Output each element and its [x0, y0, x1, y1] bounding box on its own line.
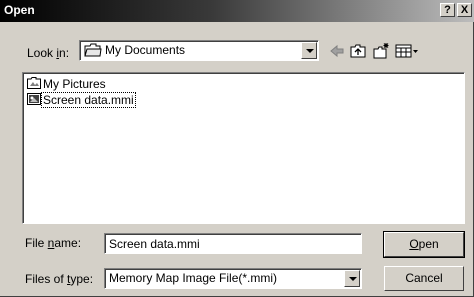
folder-icon — [84, 43, 102, 57]
file-list[interactable]: My Pictures Screen data.mmi — [22, 72, 465, 224]
view-menu-icon[interactable] — [394, 42, 422, 60]
file-type-dropdown[interactable]: Memory Map Image File(*.mmi) — [104, 268, 362, 289]
up-folder-icon[interactable] — [349, 42, 367, 60]
folder-icon — [27, 77, 41, 89]
new-folder-icon[interactable] — [372, 42, 390, 60]
look-in-value: My Documents — [105, 43, 186, 57]
file-type-label: Files of type: — [25, 272, 94, 286]
back-arrow-icon[interactable] — [328, 42, 346, 60]
open-dialog: Open ? X Look in: My Documents My Pictur… — [0, 0, 474, 297]
file-name-input[interactable] — [104, 233, 362, 254]
image-file-icon — [27, 93, 41, 105]
chevron-down-icon — [349, 277, 357, 281]
window-title: Open — [4, 3, 35, 17]
file-type-value: Memory Map Image File(*.mmi) — [109, 271, 278, 285]
title-bar[interactable]: Open ? X — [0, 0, 474, 22]
open-button[interactable]: Open — [383, 231, 465, 258]
file-type-dropdown-button[interactable] — [344, 270, 360, 287]
look-in-dropdown[interactable]: My Documents — [79, 40, 319, 61]
help-button[interactable]: ? — [440, 3, 455, 17]
chevron-down-icon — [306, 49, 314, 53]
file-name-label: File name: — [25, 236, 82, 250]
close-button[interactable]: X — [457, 3, 472, 17]
look-in-dropdown-button[interactable] — [301, 42, 317, 59]
look-in-label: Look in: — [27, 46, 70, 60]
cancel-button[interactable]: Cancel — [384, 266, 464, 291]
